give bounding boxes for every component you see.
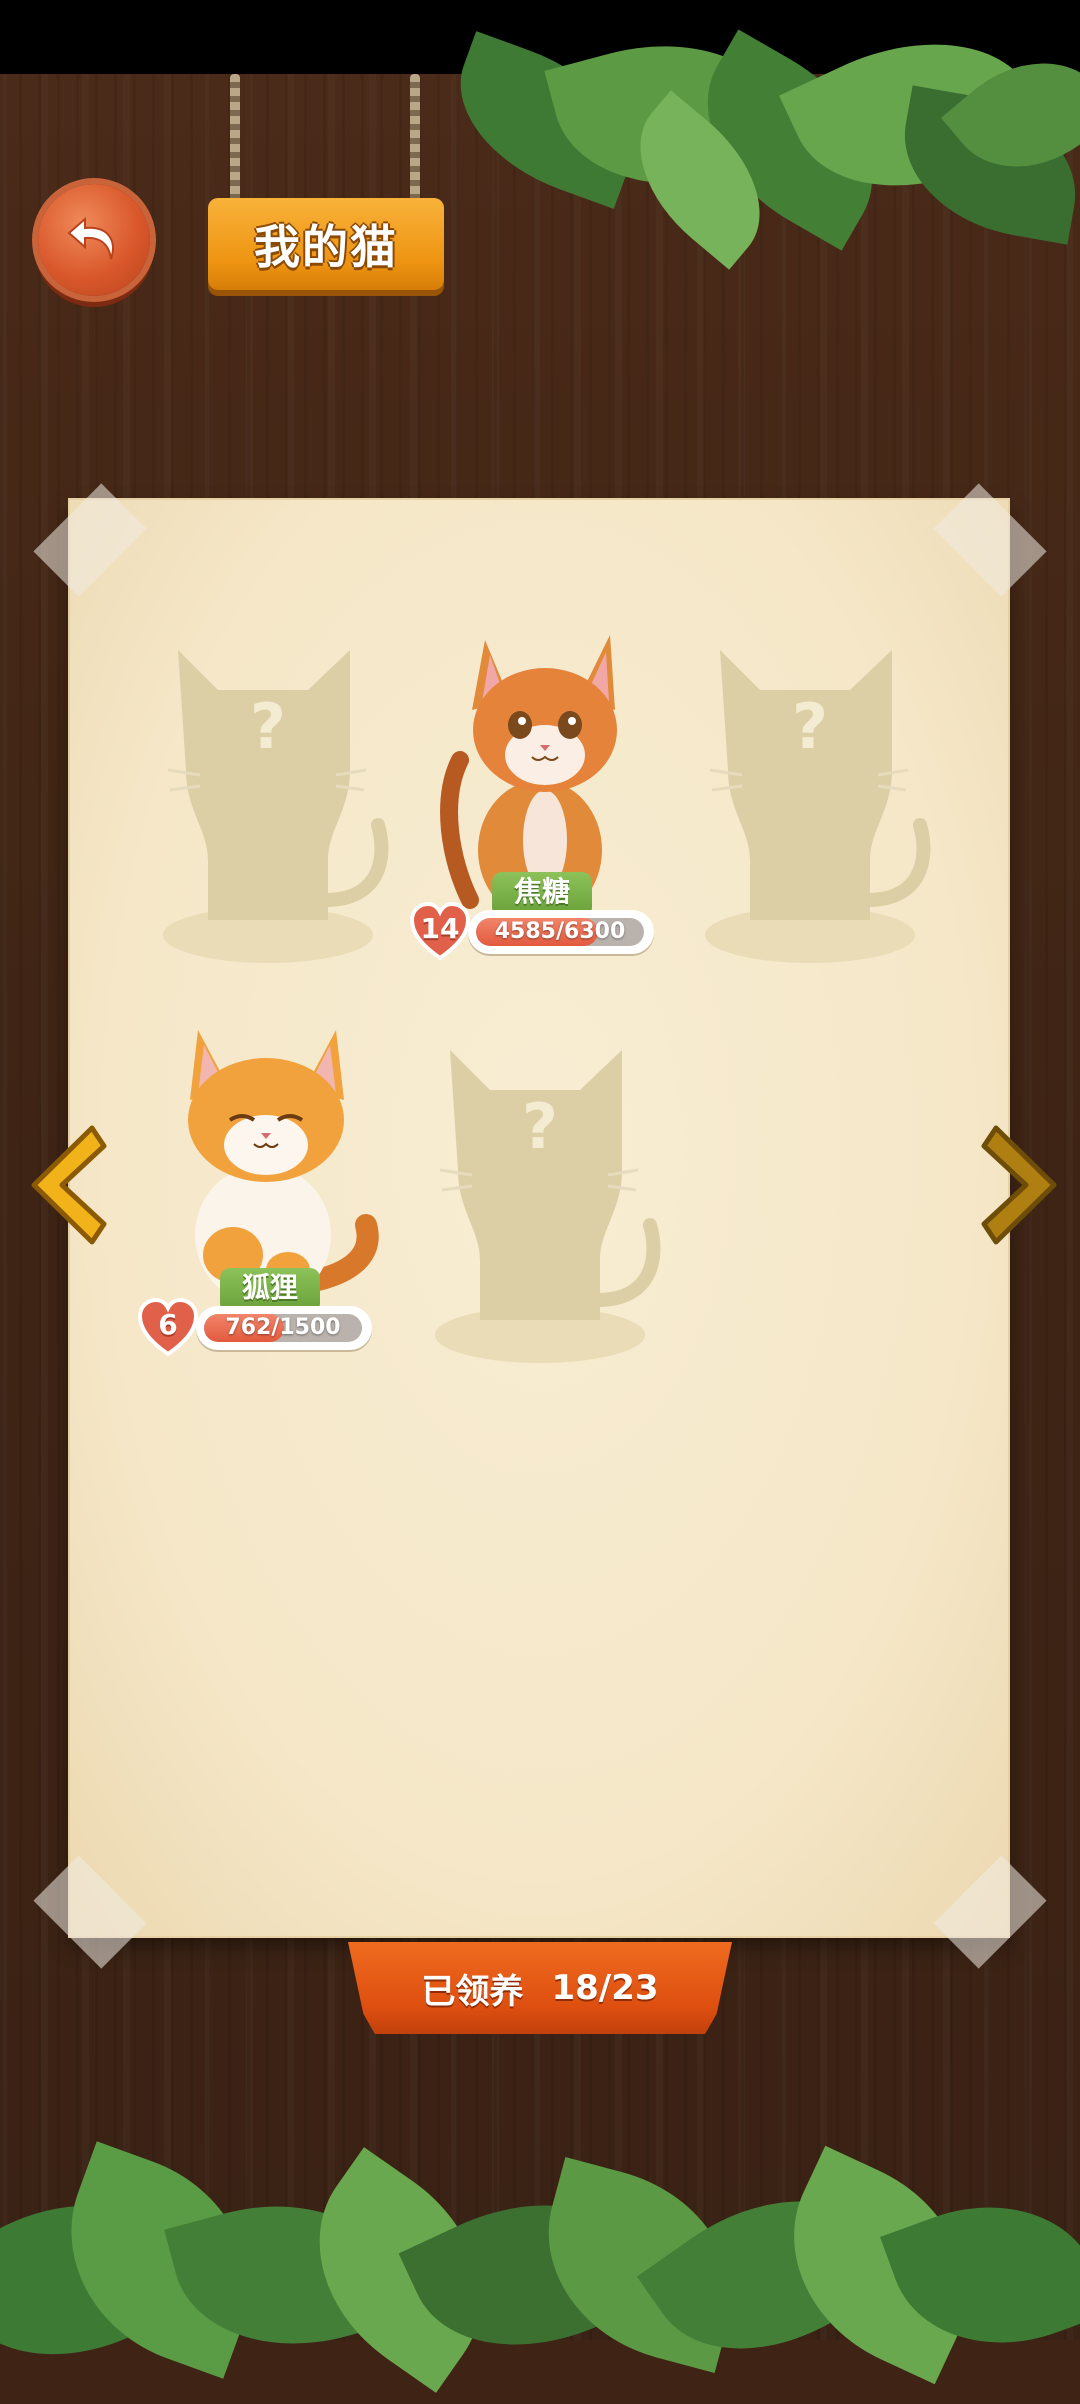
chevron-right-icon: [981, 1125, 1057, 1245]
cat-name-tag: 狐狸: [220, 1268, 321, 1308]
cat-xp-bar: 4585/6300: [468, 910, 654, 954]
page-title: 我的猫: [254, 220, 398, 274]
cat-silhouette-icon: [435, 1050, 661, 1363]
sign-rope-left: [230, 74, 240, 204]
unknown-cat-mark: ?: [250, 690, 286, 763]
adopted-count: 18/23: [551, 1968, 659, 2008]
xp-track: 4585/6300: [476, 918, 644, 946]
title-sign: 我的猫: [208, 198, 444, 290]
next-page-button[interactable]: [980, 1120, 1066, 1254]
adopted-counter: 已领养 18/23: [348, 1942, 732, 2034]
chevron-left-icon: [31, 1125, 107, 1245]
cat-slot-locked[interactable]: ?: [138, 620, 398, 980]
cat-xp-bar: 762/1500: [196, 1306, 372, 1350]
sign-rope-right: [410, 74, 420, 204]
cat-silhouette-icon: [705, 650, 931, 963]
cat-silhouette-icon: [163, 650, 389, 963]
xp-value: 4585/6300: [494, 919, 626, 944]
undo-arrow-icon: [67, 216, 114, 260]
prev-page-button[interactable]: [22, 1120, 108, 1254]
cat-level: 14: [420, 912, 460, 945]
xp-track: 762/1500: [204, 1314, 362, 1342]
cat-level: 6: [158, 1308, 178, 1341]
xp-value: 762/1500: [225, 1315, 341, 1340]
level-heart-badge: 14: [410, 902, 470, 962]
cat-slot-locked[interactable]: ?: [680, 620, 940, 980]
adopted-label: 已领养: [421, 1971, 524, 2012]
back-button[interactable]: [38, 184, 150, 296]
cat-slot-caramel[interactable]: 焦糖 4585/6300 14: [410, 620, 670, 980]
cat-slot-fox[interactable]: 狐狸 762/1500 6: [138, 1020, 398, 1380]
cat-name-tag: 焦糖: [492, 872, 593, 912]
unknown-cat-mark: ?: [792, 690, 828, 763]
unknown-cat-mark: ?: [522, 1090, 558, 1163]
cat-slot-locked[interactable]: ?: [410, 1020, 670, 1380]
level-heart-badge: 6: [138, 1298, 198, 1358]
